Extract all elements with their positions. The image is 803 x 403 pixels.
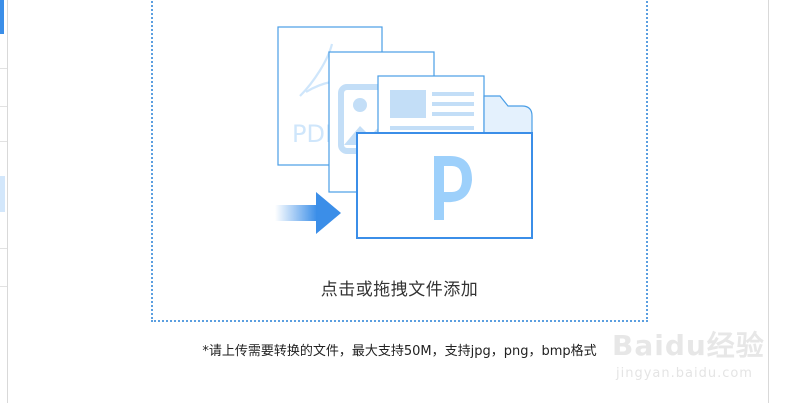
watermark: Baidu经验 jingyan.baidu.com	[612, 318, 772, 388]
sidebar-divider	[0, 286, 7, 287]
sidebar-divider	[0, 68, 7, 69]
sidebar-item-active[interactable]	[0, 176, 5, 212]
left-sidebar	[0, 0, 8, 403]
right-panel-edge	[768, 0, 803, 403]
converter-window: PDF 点击或拖拽文件添加 *请上传需要转换的文件，最大支持50M，支持jpg，…	[0, 0, 803, 403]
arrow-right-icon	[275, 192, 341, 234]
upload-illustration[interactable]: PDF	[270, 20, 540, 242]
watermark-brand: Baidu经验	[612, 329, 765, 362]
upload-hint-text: *请上传需要转换的文件，最大支持50M，支持jpg，png，bmp格式	[202, 344, 597, 359]
sidebar-accent	[0, 0, 4, 34]
sidebar-divider	[0, 248, 7, 249]
sidebar-divider	[0, 106, 7, 107]
drop-zone-label[interactable]: 点击或拖拽文件添加	[151, 275, 648, 300]
sidebar-divider	[0, 141, 7, 142]
watermark-url: jingyan.baidu.com	[616, 366, 753, 381]
